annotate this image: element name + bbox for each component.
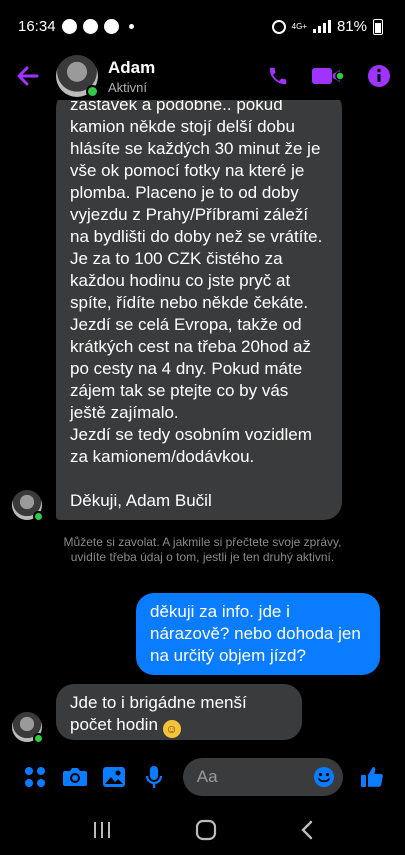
home-icon[interactable] (195, 819, 217, 841)
conversation-header: Adam Aktivní (0, 52, 405, 100)
camera-icon (62, 768, 87, 786)
more-notifications-dot-icon (128, 24, 134, 29)
online-status-dot (33, 733, 44, 744)
microphone-icon (145, 766, 163, 788)
voice-message-button[interactable] (137, 759, 171, 795)
incoming-message[interactable]: Jde to i brigádne menší počet hodin ☺ (56, 684, 302, 740)
back-icon[interactable] (300, 820, 314, 840)
emoji-icon[interactable] (313, 766, 335, 788)
recent-apps-icon[interactable] (92, 821, 112, 839)
phone-icon[interactable] (267, 65, 289, 87)
network-type: 4G+ (291, 21, 307, 31)
thumbs-up-icon (361, 767, 383, 787)
signal-icon (312, 20, 331, 33)
smile-emoji-icon: ☺ (162, 720, 181, 738)
sender-avatar[interactable] (12, 712, 44, 744)
facebook-notification-icon (82, 19, 98, 34)
alarm-icon (271, 19, 286, 34)
outgoing-message[interactable]: děkuji za info. jde i nárazově? nebo doh… (136, 593, 380, 675)
status-time: 16:34 (18, 18, 56, 35)
battery-percent: 81% (336, 18, 367, 35)
more-actions-button[interactable] (18, 759, 52, 795)
presence-status: Aktivní (108, 79, 148, 95)
avatar[interactable] (56, 55, 99, 98)
contact-info[interactable]: Adam Aktivní (108, 58, 267, 95)
facebook-notification-icon (61, 19, 77, 34)
camera-button[interactable] (58, 759, 92, 795)
gallery-button[interactable] (97, 759, 131, 795)
online-status-dot (33, 511, 44, 522)
message-text: Náplní práce je doprovod, doložení na ná… (70, 90, 323, 510)
message-text: děkuji za info. jde i nárazově? nebo doh… (150, 602, 361, 665)
message-text: Jde to i brigádne menší počet hodin (70, 693, 247, 734)
incoming-message[interactable]: Náplní práce je doprovod, doložení na ná… (56, 90, 342, 520)
info-icon[interactable] (367, 64, 391, 88)
image-icon (103, 767, 126, 787)
message-input-container (182, 758, 344, 796)
message-composer (0, 755, 405, 799)
like-button[interactable] (355, 759, 389, 795)
four-dots-icon (24, 767, 45, 787)
status-bar: 16:34 4G+ 81% (0, 0, 405, 52)
video-call-icon[interactable] (311, 65, 345, 87)
back-button[interactable] (0, 52, 56, 100)
sender-avatar[interactable] (12, 490, 44, 522)
message-input[interactable] (196, 767, 307, 787)
call-availability-notice: Můžete si zavolat. A jakmile si přečtete… (63, 535, 342, 564)
online-status-dot (86, 85, 99, 98)
facebook-notification-icon (103, 19, 119, 34)
back-arrow-icon (17, 66, 39, 86)
system-navigation-bar (0, 805, 405, 855)
contact-name: Adam (108, 57, 156, 77)
battery-icon (373, 18, 383, 35)
